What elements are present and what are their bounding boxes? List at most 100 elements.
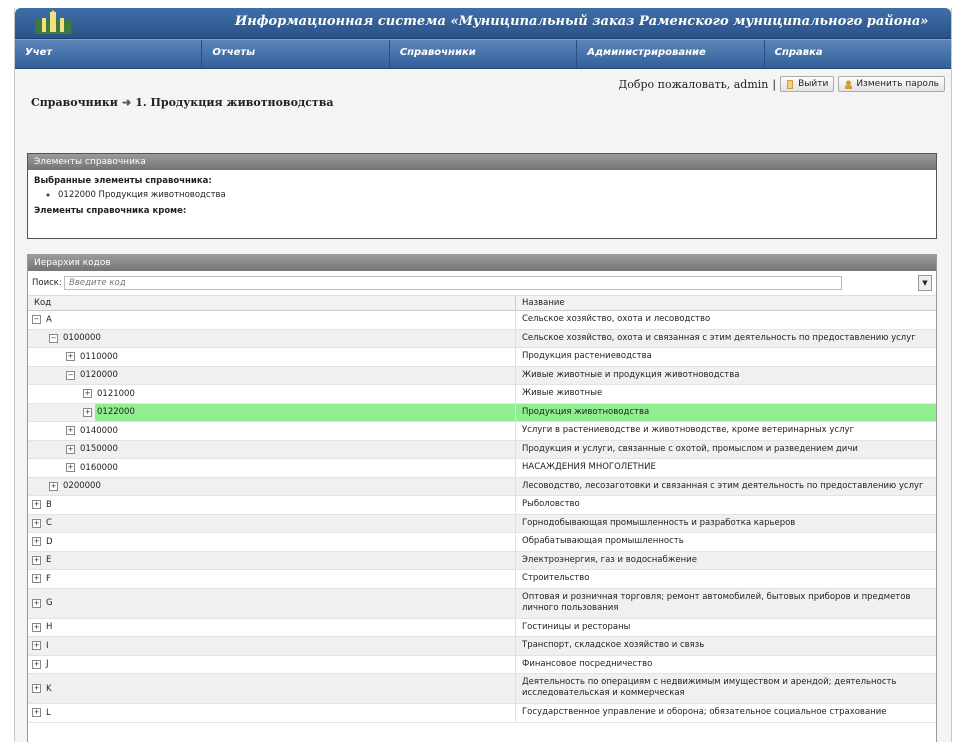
change-password-button[interactable]: Изменить пароль	[838, 76, 945, 92]
tree-cell-name: Живые животные и продукция животноводств…	[522, 369, 740, 380]
expand-icon[interactable]: +	[32, 708, 41, 718]
tree-node: + L	[32, 704, 51, 722]
tree-cell-code: +0140000	[28, 422, 516, 440]
collapse-icon[interactable]: −	[49, 333, 58, 343]
tree-cell-code: +0200000	[28, 477, 516, 495]
tree-row[interactable]: + C Горнодобывающая промышленность и разра…	[28, 514, 936, 533]
tree-row[interactable]: − A Сельское хозяйство, охота и лесоводств…	[28, 311, 936, 330]
tree-row[interactable]: + F Строительство	[28, 570, 936, 589]
expand-icon[interactable]: +	[32, 684, 41, 693]
expand-icon[interactable]: +	[32, 537, 41, 547]
tree-code: D	[46, 536, 53, 547]
tree-cell-name: Сельское хозяйство, охота и лесоводство	[522, 314, 711, 324]
tree-row[interactable]: + B Рыболовство	[28, 496, 936, 515]
selected-item: 0122000 Продукция животноводства	[58, 190, 930, 200]
expand-icon[interactable]: +	[66, 426, 75, 436]
tree-row[interactable]: + K Деятельность по операциям с недвижимым…	[28, 674, 936, 704]
dropdown-button[interactable]: ▼	[918, 275, 932, 291]
logout-button[interactable]: Выйти	[780, 76, 835, 92]
elements-panel: Элементы справочника Выбранные элементы …	[27, 153, 937, 239]
user-bar: Добро пожаловать, admin | Выйти Изменить…	[618, 76, 945, 92]
expand-icon[interactable]: +	[32, 598, 41, 608]
expand-icon[interactable]: +	[83, 389, 92, 399]
expand-icon[interactable]: +	[32, 500, 41, 510]
menu-item[interactable]: Справочники	[390, 40, 578, 68]
tree-cell-name: НАСАЖДЕНИЯ МНОГОЛЕТНИЕ	[522, 462, 656, 472]
expand-icon[interactable]: +	[66, 352, 75, 362]
tree-code: G	[46, 598, 53, 608]
app-frame: Информационная система «Муниципальный за…	[14, 8, 952, 742]
tree-code: E	[46, 555, 52, 566]
menu-item[interactable]: Администрирование	[577, 40, 765, 68]
tree-cell-code: + B	[28, 496, 516, 514]
menu-item[interactable]: Справка	[765, 40, 951, 68]
expand-icon[interactable]: +	[32, 518, 41, 528]
tree-node: + B	[32, 496, 52, 514]
hierarchy-panel-title: Иерархия кодов	[28, 255, 936, 271]
tree-row[interactable]: + E Электроэнергия, газ и водоснабжение	[28, 551, 936, 570]
expand-icon[interactable]: +	[83, 407, 92, 417]
breadcrumb-root[interactable]: Справочники	[31, 96, 118, 109]
tree-cell-name: Транспорт, складское хозяйство и связь	[522, 640, 705, 650]
tree-code: K	[46, 683, 52, 694]
menu-item[interactable]: Учет	[15, 40, 203, 68]
tree-row[interactable]: + D Обрабатывающая промышленность	[28, 533, 936, 552]
tree-cell-code: + I	[28, 637, 516, 655]
tree-row[interactable]: + H Гостиницы и рестораны	[28, 618, 936, 637]
column-header-name[interactable]: Название	[516, 296, 571, 310]
tree-row[interactable]: + G Оптовая и розничная торговля; ремонт а…	[28, 588, 936, 619]
tree-row[interactable]: + L Государственное управление и оборона; …	[28, 704, 936, 723]
tree-code: 0160000	[80, 462, 118, 473]
expand-icon[interactable]: +	[32, 641, 41, 651]
tree-code: A	[46, 314, 52, 325]
tree-row[interactable]: + J Финансовое посредничество	[28, 655, 936, 674]
tree-cell-name: Государственное управление и оборона; об…	[522, 707, 887, 717]
user-key-icon	[845, 80, 853, 89]
tree-row[interactable]: +0200000 Лесоводство, лесозаготовки и свя…	[28, 477, 936, 496]
tree-node: − A	[32, 311, 52, 329]
expand-icon[interactable]: +	[32, 574, 41, 584]
column-header-code[interactable]: Код	[28, 296, 516, 310]
tree-cell-code: + D	[28, 533, 516, 551]
expand-icon[interactable]: +	[66, 444, 75, 454]
tree-cell-code: −0120000	[28, 366, 516, 384]
expand-icon[interactable]: +	[49, 481, 58, 491]
triangle-down-icon: ▼	[922, 279, 928, 287]
expand-icon[interactable]: +	[32, 622, 41, 632]
tree-code: H	[46, 622, 53, 633]
search-input[interactable]	[64, 276, 842, 290]
tree-row[interactable]: +0150000 Продукция и услуги, связанные с …	[28, 440, 936, 459]
tree-code: 0122000	[97, 407, 135, 418]
tree-row[interactable]: +0122000 Продукция животноводства	[28, 403, 936, 422]
tree-row[interactable]: + I Транспорт, складское хозяйство и связь	[28, 637, 936, 656]
tree-cell-name: Продукция растениеводства	[522, 351, 652, 361]
tree-row[interactable]: −0120000 Живые животные и продукция живот…	[28, 366, 936, 385]
welcome-text: Добро пожаловать, admin	[618, 77, 769, 91]
except-label: Элементы справочника кроме:	[34, 206, 187, 216]
tree-row[interactable]: +0160000 НАСАЖДЕНИЯ МНОГОЛЕТНИЕ	[28, 459, 936, 478]
tree-code: C	[46, 518, 52, 529]
tree-code: 0120000	[80, 370, 118, 381]
tree-node: + J	[32, 656, 49, 674]
tree-cell-code: +0160000	[28, 459, 516, 477]
collapse-icon[interactable]: −	[66, 370, 75, 380]
arrow-right-icon: ➜	[121, 96, 132, 109]
selected-label: Выбранные элементы справочника:	[34, 176, 212, 186]
tree-row[interactable]: +0121000 Живые животные	[28, 385, 936, 404]
tree-row[interactable]: +0140000 Услуги в растениеводстве и живот…	[28, 422, 936, 441]
tree-row[interactable]: +0110000 Продукция растениеводства	[28, 348, 936, 367]
coat-of-arms-logo	[35, 10, 71, 34]
tree-node: +0160000	[66, 459, 118, 477]
expand-icon[interactable]: +	[66, 463, 75, 473]
collapse-icon[interactable]: −	[32, 315, 41, 325]
tree-node: + H	[32, 619, 52, 637]
tree-cell-code: + C	[28, 514, 516, 532]
selected-list: 0122000 Продукция животноводства	[58, 190, 930, 200]
menu-item[interactable]: Отчеты	[202, 40, 390, 68]
tree-code: B	[46, 499, 52, 510]
tree-cell-name: Электроэнергия, газ и водоснабжение	[522, 554, 697, 565]
tree-row[interactable]: −0100000 Сельское хозяйство, охота и связ…	[28, 329, 936, 348]
expand-icon[interactable]: +	[32, 555, 41, 565]
expand-icon[interactable]: +	[32, 659, 41, 669]
tree-node: +0121000	[83, 385, 135, 403]
